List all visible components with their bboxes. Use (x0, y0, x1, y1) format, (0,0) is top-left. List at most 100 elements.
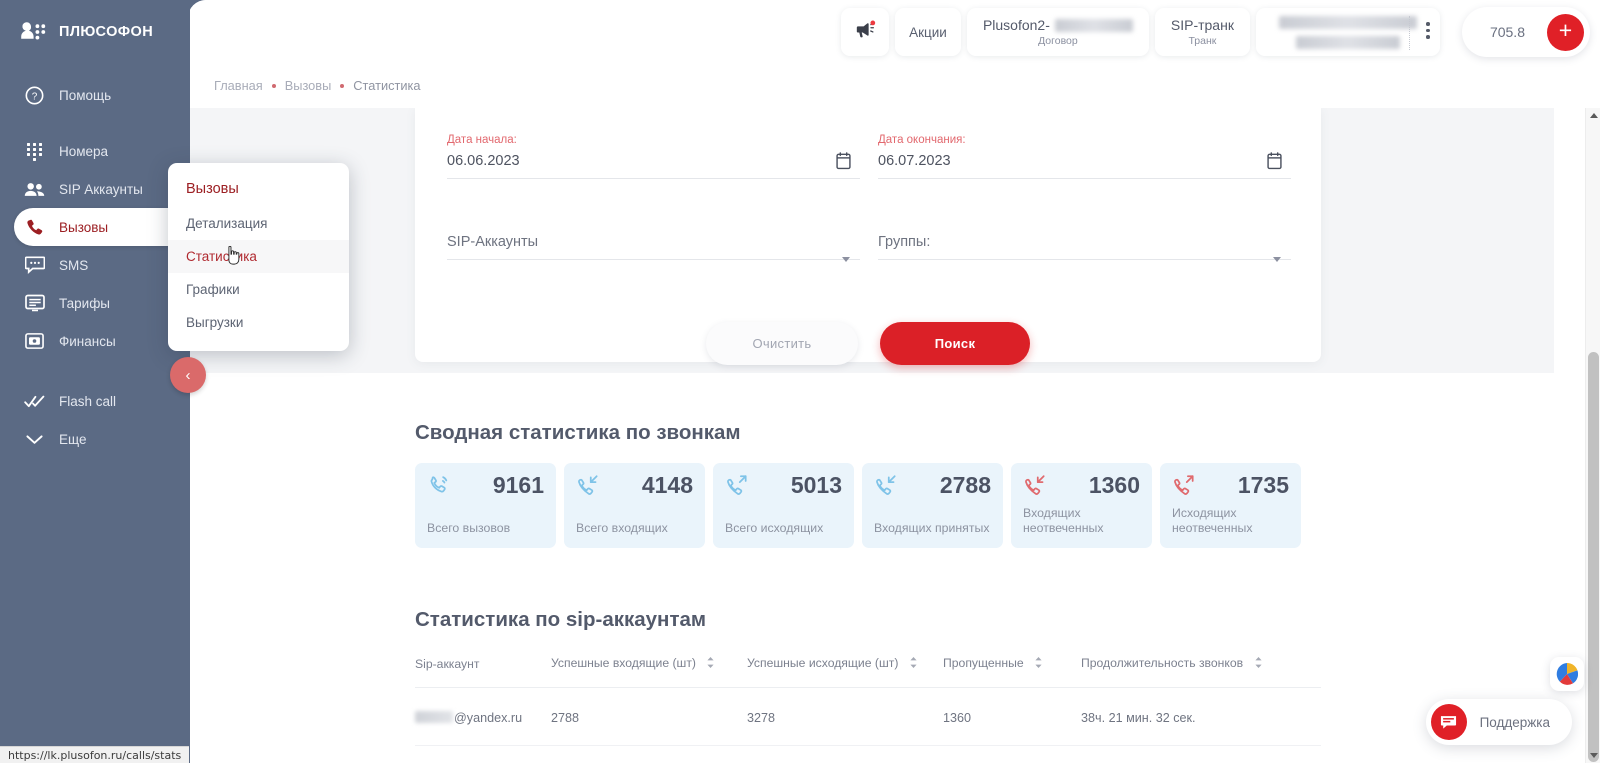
search-button[interactable]: Поиск (880, 322, 1030, 365)
cell-missed: 1360 (943, 711, 972, 725)
stat-value: 9161 (492, 472, 544, 498)
sip-accounts-value: SIP-Аккаунты (447, 234, 539, 250)
date-start-underline (447, 178, 860, 179)
calendar-icon[interactable] (1266, 152, 1283, 170)
account-selector[interactable] (1255, 8, 1440, 56)
stat-label: Всего вызовов (427, 521, 511, 536)
phone-outgoing-icon (725, 474, 749, 503)
date-start-value: 06.06.2023 (447, 153, 520, 169)
support-chat-button[interactable]: Поддержка (1425, 699, 1572, 745)
summary-cards: 9161 Всего вызовов 4148 Всего входящих 5… (415, 463, 1301, 548)
chevron-left-icon: ‹ (185, 366, 191, 384)
sidebar-item-label: Помощь (59, 87, 112, 103)
browser-status-bar: https://lk.plusofon.ru/calls/stats (0, 746, 190, 763)
sort-toggle-icon[interactable] (1254, 656, 1263, 672)
more-vertical-icon[interactable] (1426, 22, 1430, 39)
scroll-down-button[interactable] (1586, 748, 1600, 763)
date-end-label: Дата окончания: (878, 134, 966, 146)
sort-toggle-icon[interactable] (1034, 656, 1043, 672)
sidebar-item-help[interactable]: ? Помощь (14, 76, 190, 114)
sidebar-item-label: Еще (59, 431, 87, 447)
contract-selector[interactable]: Plusofon2- Договор (966, 8, 1149, 56)
phone-incoming-icon (1023, 474, 1047, 503)
filter-actions: Очистить Поиск (437, 322, 1299, 365)
date-start-field[interactable]: Дата начала: 06.06.2023 (437, 134, 868, 179)
sidebar-item-sms[interactable]: SMS (14, 246, 190, 284)
stat-value: 2788 (939, 472, 991, 498)
contract-title-row: Plusofon2- (983, 17, 1133, 33)
balance-value: 705.8 (1489, 24, 1525, 40)
sidebar-item-tariffs[interactable]: Тарифы (14, 284, 190, 322)
breadcrumb-item-home[interactable]: Главная (214, 78, 263, 93)
column-header-incoming[interactable]: Успешные входящие (шт) (551, 656, 747, 688)
date-end-field[interactable]: Дата окончания: 06.07.2023 (868, 134, 1299, 179)
chevron-down-icon[interactable] (842, 257, 850, 262)
sidebar-item-label: SMS (59, 257, 89, 273)
status-url: https://lk.plusofon.ru/calls/stats (8, 748, 182, 762)
trunk-selector[interactable]: SIP-транк Транк (1154, 8, 1250, 56)
sidebar-item-numbers[interactable]: Номера (14, 132, 190, 170)
sidebar-collapse-button[interactable]: ‹ (170, 357, 206, 393)
sidebar: ПЛЮСОФОН ? Помощь Номера SIP Аккаунты Вы… (0, 0, 200, 763)
clear-button[interactable]: Очистить (706, 322, 858, 365)
promotions-button[interactable]: Акции (894, 8, 961, 56)
column-header-duration[interactable]: Продолжительность звонков (1081, 656, 1321, 688)
column-header-account: Sip-аккаунт (415, 657, 480, 671)
submenu-item-detalization[interactable]: Детализация (168, 207, 349, 240)
announcements-button[interactable] (840, 8, 889, 56)
sidebar-item-finances[interactable]: Финансы (14, 322, 190, 360)
date-end-underline (878, 178, 1291, 179)
breadcrumb-item-calls[interactable]: Вызовы (285, 78, 332, 93)
account-redacted-prefix (415, 711, 453, 723)
groups-select[interactable]: Группы: (868, 217, 1299, 262)
stat-card-total-calls: 9161 Всего вызовов (415, 463, 556, 548)
stat-card-total-incoming: 4148 Всего входящих (564, 463, 705, 548)
trunk-subtitle: Транк (1188, 35, 1217, 47)
contract-title: Plusofon2- (982, 17, 1050, 33)
phone-outgoing-icon (1172, 474, 1196, 503)
brand-logo[interactable]: ПЛЮСОФОН (0, 14, 190, 50)
stat-card-incoming-unanswered: 1360 Входящих неотвеченных (1011, 463, 1152, 548)
column-header-outgoing[interactable]: Успешные исходящие (шт) (747, 656, 943, 688)
sort-toggle-icon[interactable] (706, 656, 715, 672)
stat-card-incoming-answered: 2788 Входящих принятых (862, 463, 1003, 548)
stat-label: Исходящих неотвеченных (1172, 505, 1253, 536)
add-funds-button[interactable]: + (1547, 13, 1584, 51)
table-row[interactable]: @yandex.ru 2788 3278 1360 38ч. 21 мин. 3… (415, 688, 1321, 746)
cell-account: @yandex.ru (415, 688, 551, 746)
sip-table-title: Статистика по sip-аккаунтам (415, 608, 707, 631)
color-wheel-icon[interactable] (1550, 657, 1584, 691)
balance-widget[interactable]: 705.8 + (1461, 7, 1590, 57)
account-redacted-line-1 (1278, 15, 1417, 29)
sidebar-item-label: Тарифы (59, 295, 111, 311)
submenu-item-exports[interactable]: Выгрузки (168, 306, 349, 339)
account-divider (1408, 16, 1410, 50)
chevron-down-icon[interactable] (1273, 257, 1281, 262)
sidebar-item-label: Номера (59, 143, 109, 159)
sidebar-item-sip-accounts[interactable]: SIP Аккаунты (14, 170, 190, 208)
submenu-item-charts[interactable]: Графики (168, 273, 349, 306)
sip-accounts-select[interactable]: SIP-Аккаунты (437, 217, 868, 262)
calendar-icon[interactable] (835, 152, 852, 170)
scrollbar-thumb[interactable] (1588, 352, 1599, 762)
calls-submenu: Вызовы Детализация Статистика Графики Вы… (168, 163, 349, 351)
filter-panel: Дата начала: 06.06.2023 Дата окончания: … (415, 108, 1321, 365)
sort-toggle-icon[interactable] (909, 656, 918, 672)
column-header-missed[interactable]: Пропущенные (943, 656, 1081, 688)
date-field-row: Дата начала: 06.06.2023 Дата окончания: … (437, 134, 1299, 179)
scroll-up-button[interactable] (1586, 108, 1600, 123)
vertical-scrollbar[interactable] (1585, 108, 1600, 763)
sidebar-item-flash-call[interactable]: Flash call (14, 382, 190, 420)
stat-label: Всего входящих (576, 521, 668, 536)
sidebar-item-more[interactable]: Еще (14, 420, 190, 458)
groups-underline (878, 259, 1291, 260)
account-redacted-line-2 (1295, 35, 1400, 49)
phone-ring-icon (427, 474, 451, 503)
submenu-item-statistics[interactable]: Статистика (168, 240, 349, 273)
trunk-title: SIP-транк (1170, 17, 1234, 33)
breadcrumb-separator (340, 83, 345, 88)
sidebar-item-label: SIP Аккаунты (59, 181, 143, 197)
summary-title: Сводная статистика по звонкам (415, 421, 741, 444)
stat-card-total-outgoing: 5013 Всего исходящих (713, 463, 854, 548)
users-icon (24, 179, 45, 200)
